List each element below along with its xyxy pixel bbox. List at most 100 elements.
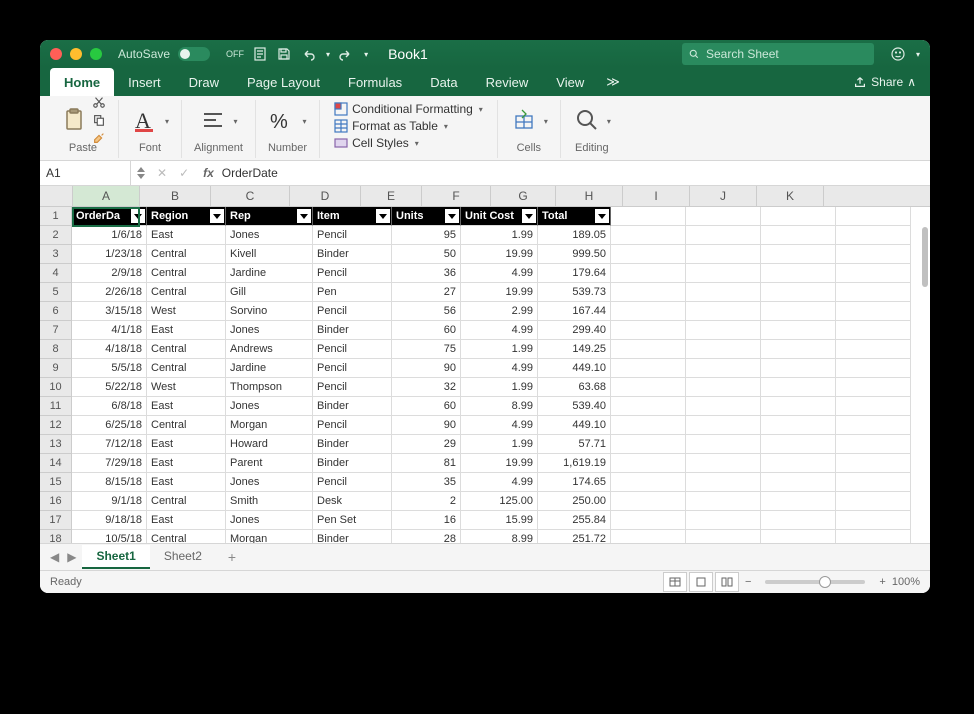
cell-K16[interactable] (836, 492, 911, 511)
cell-K18[interactable] (836, 530, 911, 543)
font-dropdown[interactable]: ▾ (165, 117, 169, 126)
copy-icon[interactable] (92, 113, 106, 130)
cell-B4[interactable]: Central (147, 264, 226, 283)
feedback-dropdown[interactable]: ▾ (916, 50, 920, 59)
cell-G4[interactable]: 179.64 (538, 264, 611, 283)
cell-B2[interactable]: East (147, 226, 226, 245)
cell-D15[interactable]: Pencil (313, 473, 392, 492)
cell-J14[interactable] (761, 454, 836, 473)
cancel-icon[interactable]: ✕ (157, 166, 167, 180)
tab-formulas[interactable]: Formulas (334, 68, 416, 96)
cell-B8[interactable]: Central (147, 340, 226, 359)
cell-D17[interactable]: Pen Set (313, 511, 392, 530)
cell-E11[interactable]: 60 (392, 397, 461, 416)
cell-F17[interactable]: 15.99 (461, 511, 538, 530)
collapse-ribbon-icon[interactable]: ∧ (907, 75, 916, 89)
cell-H1[interactable] (611, 207, 686, 226)
cell-I9[interactable] (686, 359, 761, 378)
column-header-K[interactable]: K (757, 186, 824, 206)
tab-draw[interactable]: Draw (175, 68, 233, 96)
cell-C13[interactable]: Howard (226, 435, 313, 454)
cell-A12[interactable]: 6/25/18 (72, 416, 147, 435)
cell-J12[interactable] (761, 416, 836, 435)
cell-G13[interactable]: 57.71 (538, 435, 611, 454)
cell-E14[interactable]: 81 (392, 454, 461, 473)
conditional-formatting-button[interactable]: Conditional Formatting▾ (332, 101, 485, 117)
number-dropdown[interactable]: ▾ (302, 117, 306, 126)
cell-A1[interactable]: OrderDa (72, 207, 147, 226)
editing-button[interactable] (573, 106, 601, 137)
tab-data[interactable]: Data (416, 68, 471, 96)
cell-K14[interactable] (836, 454, 911, 473)
cell-J2[interactable] (761, 226, 836, 245)
cell-H10[interactable] (611, 378, 686, 397)
page-layout-view-button[interactable] (689, 572, 713, 592)
cut-icon[interactable] (92, 95, 106, 112)
cell-G9[interactable]: 449.10 (538, 359, 611, 378)
qat-customize[interactable]: ▾ (364, 50, 368, 59)
paste-button[interactable] (60, 106, 88, 137)
cell-F16[interactable]: 125.00 (461, 492, 538, 511)
cell-A6[interactable]: 3/15/18 (72, 302, 147, 321)
cell-G10[interactable]: 63.68 (538, 378, 611, 397)
cell-A17[interactable]: 9/18/18 (72, 511, 147, 530)
cell-K5[interactable] (836, 283, 911, 302)
autosave-toggle[interactable] (178, 47, 210, 61)
cell-F1[interactable]: Unit Cost (461, 207, 538, 226)
cell-A15[interactable]: 8/15/18 (72, 473, 147, 492)
close-window-button[interactable] (50, 48, 62, 60)
cell-K17[interactable] (836, 511, 911, 530)
cell-J16[interactable] (761, 492, 836, 511)
cell-K3[interactable] (836, 245, 911, 264)
cell-D12[interactable]: Pencil (313, 416, 392, 435)
cell-C14[interactable]: Parent (226, 454, 313, 473)
cell-I1[interactable] (686, 207, 761, 226)
cell-F18[interactable]: 8.99 (461, 530, 538, 543)
row-header-12[interactable]: 12 (40, 416, 72, 435)
cell-J1[interactable] (761, 207, 836, 226)
cell-G7[interactable]: 299.40 (538, 321, 611, 340)
cell-J3[interactable] (761, 245, 836, 264)
cell-B14[interactable]: East (147, 454, 226, 473)
row-header-17[interactable]: 17 (40, 511, 72, 530)
cell-K12[interactable] (836, 416, 911, 435)
cell-C4[interactable]: Jardine (226, 264, 313, 283)
cell-I12[interactable] (686, 416, 761, 435)
cell-I13[interactable] (686, 435, 761, 454)
cell-D16[interactable]: Desk (313, 492, 392, 511)
cell-E4[interactable]: 36 (392, 264, 461, 283)
cell-J18[interactable] (761, 530, 836, 543)
search-box[interactable]: Search Sheet (682, 43, 874, 65)
cell-F10[interactable]: 1.99 (461, 378, 538, 397)
cells-area[interactable]: OrderDaRegionRepItemUnitsUnit CostTotal1… (72, 207, 911, 543)
row-header-1[interactable]: 1 (40, 207, 72, 226)
tab-review[interactable]: Review (472, 68, 543, 96)
filter-dropdown-unit cost[interactable] (522, 209, 536, 223)
cell-B3[interactable]: Central (147, 245, 226, 264)
cell-C2[interactable]: Jones (226, 226, 313, 245)
cell-J5[interactable] (761, 283, 836, 302)
cell-G2[interactable]: 189.05 (538, 226, 611, 245)
cell-J6[interactable] (761, 302, 836, 321)
cell-D9[interactable]: Pencil (313, 359, 392, 378)
cell-K9[interactable] (836, 359, 911, 378)
cell-C11[interactable]: Jones (226, 397, 313, 416)
cell-K8[interactable] (836, 340, 911, 359)
cell-D11[interactable]: Binder (313, 397, 392, 416)
cell-K4[interactable] (836, 264, 911, 283)
grid[interactable]: 123456789101112131415161718 OrderDaRegio… (40, 207, 930, 543)
sheet-tab-sheet2[interactable]: Sheet2 (150, 545, 216, 569)
cell-D3[interactable]: Binder (313, 245, 392, 264)
redo-icon[interactable] (338, 46, 354, 62)
cell-D13[interactable]: Binder (313, 435, 392, 454)
formula-input[interactable]: OrderDate (222, 166, 278, 180)
cell-E8[interactable]: 75 (392, 340, 461, 359)
cell-F4[interactable]: 4.99 (461, 264, 538, 283)
cell-E5[interactable]: 27 (392, 283, 461, 302)
cell-A9[interactable]: 5/5/18 (72, 359, 147, 378)
cell-B1[interactable]: Region (147, 207, 226, 226)
cell-C12[interactable]: Morgan (226, 416, 313, 435)
sheet-nav-next[interactable]: ▶ (65, 550, 78, 564)
maximize-window-button[interactable] (90, 48, 102, 60)
editing-dropdown[interactable]: ▾ (607, 117, 611, 126)
